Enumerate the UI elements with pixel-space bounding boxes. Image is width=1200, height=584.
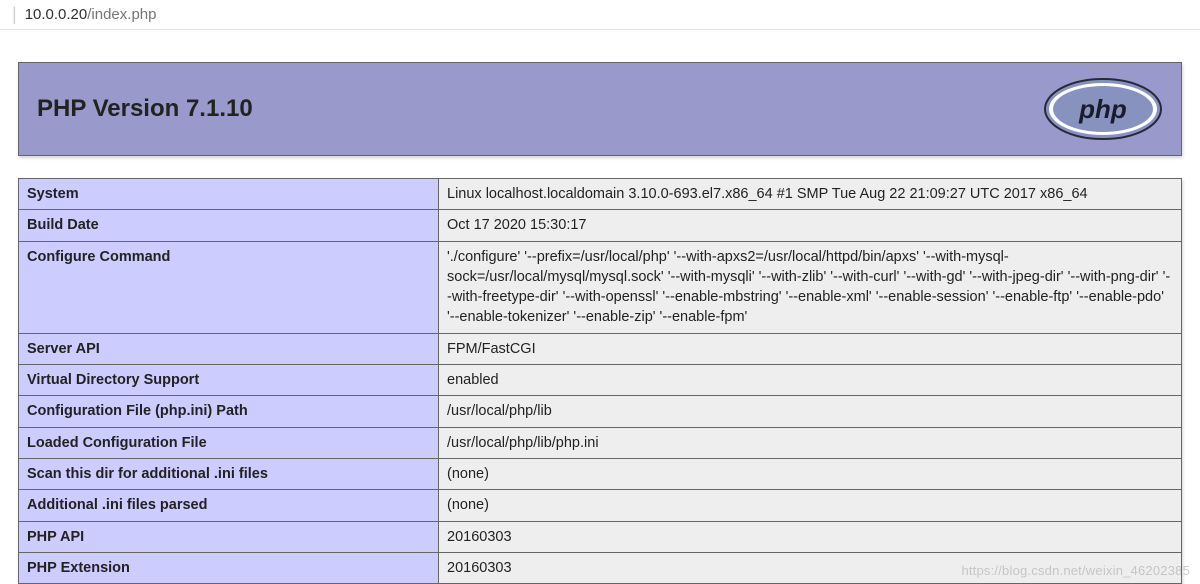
- row-key: Loaded Configuration File: [19, 427, 439, 458]
- row-value: 20160303: [439, 521, 1182, 552]
- table-row: Configuration File (php.ini) Path/usr/lo…: [19, 396, 1182, 427]
- row-key: Virtual Directory Support: [19, 365, 439, 396]
- row-key: Build Date: [19, 210, 439, 241]
- row-value: (none): [439, 490, 1182, 521]
- table-row: SystemLinux localhost.localdomain 3.10.0…: [19, 179, 1182, 210]
- row-key: PHP API: [19, 521, 439, 552]
- row-key: Scan this dir for additional .ini files: [19, 458, 439, 489]
- url-host: 10.0.0.20: [25, 6, 88, 23]
- table-row: Build DateOct 17 2020 15:30:17: [19, 210, 1182, 241]
- watermark: https://blog.csdn.net/weixin_46202385: [961, 563, 1190, 578]
- phpinfo-page: PHP Version 7.1.10 php SystemLinux local…: [0, 30, 1200, 584]
- table-row: Scan this dir for additional .ini files(…: [19, 458, 1182, 489]
- url-text: 10.0.0.20/index.php: [25, 6, 157, 23]
- row-key: Server API: [19, 333, 439, 364]
- browser-url-bar[interactable]: | 10.0.0.20/index.php: [0, 0, 1200, 30]
- row-value: Oct 17 2020 15:30:17: [439, 210, 1182, 241]
- table-row: Additional .ini files parsed(none): [19, 490, 1182, 521]
- row-key: Configure Command: [19, 241, 439, 333]
- row-key: System: [19, 179, 439, 210]
- row-key: Additional .ini files parsed: [19, 490, 439, 521]
- url-bar-divider: |: [12, 4, 17, 25]
- row-value: /usr/local/php/lib: [439, 396, 1182, 427]
- row-key: Configuration File (php.ini) Path: [19, 396, 439, 427]
- table-row: Configure Command'./configure' '--prefix…: [19, 241, 1182, 333]
- page-title: PHP Version 7.1.10: [37, 95, 253, 123]
- row-value: FPM/FastCGI: [439, 333, 1182, 364]
- table-row: Server APIFPM/FastCGI: [19, 333, 1182, 364]
- url-path: /index.php: [87, 6, 156, 23]
- table-row: PHP API20160303: [19, 521, 1182, 552]
- row-key: PHP Extension: [19, 552, 439, 583]
- table-row: Virtual Directory Supportenabled: [19, 365, 1182, 396]
- phpinfo-rows: SystemLinux localhost.localdomain 3.10.0…: [19, 179, 1182, 584]
- row-value: (none): [439, 458, 1182, 489]
- svg-text:php: php: [1078, 94, 1127, 124]
- row-value: enabled: [439, 365, 1182, 396]
- phpinfo-header: PHP Version 7.1.10 php: [18, 62, 1182, 156]
- row-value: './configure' '--prefix=/usr/local/php' …: [439, 241, 1182, 333]
- row-value: Linux localhost.localdomain 3.10.0-693.e…: [439, 179, 1182, 210]
- row-value: /usr/local/php/lib/php.ini: [439, 427, 1182, 458]
- phpinfo-table: SystemLinux localhost.localdomain 3.10.0…: [18, 178, 1182, 584]
- php-logo-icon: php: [1043, 77, 1163, 141]
- table-row: Loaded Configuration File/usr/local/php/…: [19, 427, 1182, 458]
